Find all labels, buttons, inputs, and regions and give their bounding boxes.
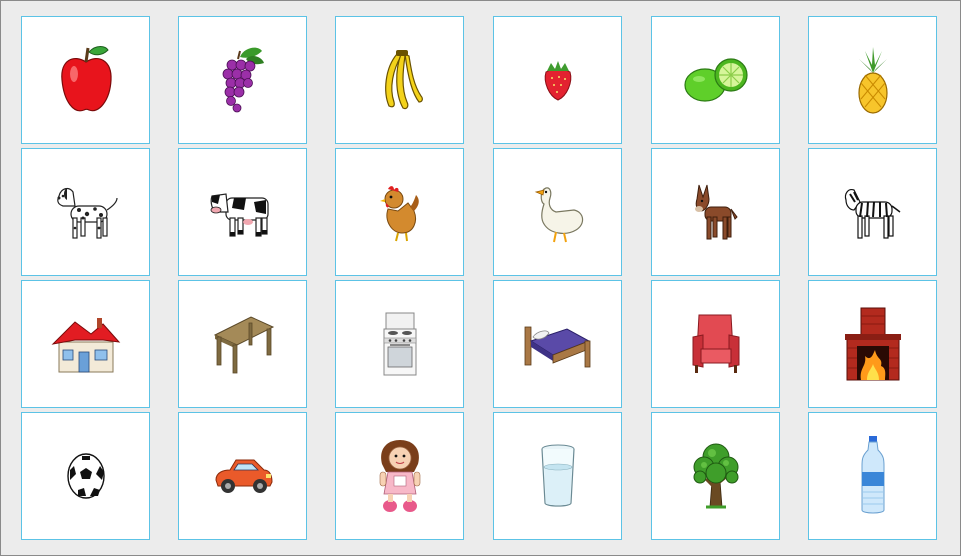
picture-card-grid <box>0 0 961 556</box>
water-bottle-icon <box>861 436 884 514</box>
card-house[interactable] <box>21 280 150 408</box>
card-toy-car[interactable] <box>178 412 307 540</box>
fireplace-icon <box>844 307 901 381</box>
doll-icon <box>379 440 420 512</box>
card-soccer-ball[interactable] <box>21 412 150 540</box>
table-icon <box>213 316 274 374</box>
card-zebra[interactable] <box>808 148 937 276</box>
house-icon <box>51 318 120 373</box>
apple-icon <box>60 46 112 112</box>
strawberry-icon <box>544 61 571 101</box>
zebra-icon <box>844 189 900 239</box>
card-cow[interactable] <box>178 148 307 276</box>
card-table[interactable] <box>178 280 307 408</box>
card-hen[interactable] <box>335 148 464 276</box>
armchair-icon <box>692 314 739 373</box>
card-glass-of-water[interactable] <box>493 412 622 540</box>
donkey-icon <box>694 184 738 240</box>
card-stove[interactable] <box>335 280 464 408</box>
card-grapes[interactable] <box>178 16 307 144</box>
card-doll[interactable] <box>335 412 464 540</box>
card-dalmatian[interactable] <box>21 148 150 276</box>
cow-icon <box>210 193 269 237</box>
tree-icon <box>693 443 738 509</box>
lime-icon <box>683 58 748 102</box>
card-bed[interactable] <box>493 280 622 408</box>
soccer-ball-icon <box>66 453 105 499</box>
dalmatian-dog-icon <box>56 187 118 239</box>
card-lime[interactable] <box>651 16 780 144</box>
bananas-icon <box>384 50 423 110</box>
grapes-icon <box>222 47 264 113</box>
goose-icon <box>534 187 583 243</box>
stove-icon <box>383 312 416 376</box>
card-pineapple[interactable] <box>808 16 937 144</box>
card-strawberry[interactable] <box>493 16 622 144</box>
card-apple[interactable] <box>21 16 150 144</box>
card-bananas[interactable] <box>335 16 464 144</box>
hen-icon <box>379 186 419 242</box>
card-fireplace[interactable] <box>808 280 937 408</box>
card-armchair[interactable] <box>651 280 780 408</box>
card-tree[interactable] <box>651 412 780 540</box>
toy-car-icon <box>214 459 273 493</box>
bed-icon <box>524 326 590 368</box>
card-donkey[interactable] <box>651 148 780 276</box>
card-water-bottle[interactable] <box>808 412 937 540</box>
pineapple-icon <box>857 47 888 114</box>
card-goose[interactable] <box>493 148 622 276</box>
glass-of-water-icon <box>540 444 575 507</box>
